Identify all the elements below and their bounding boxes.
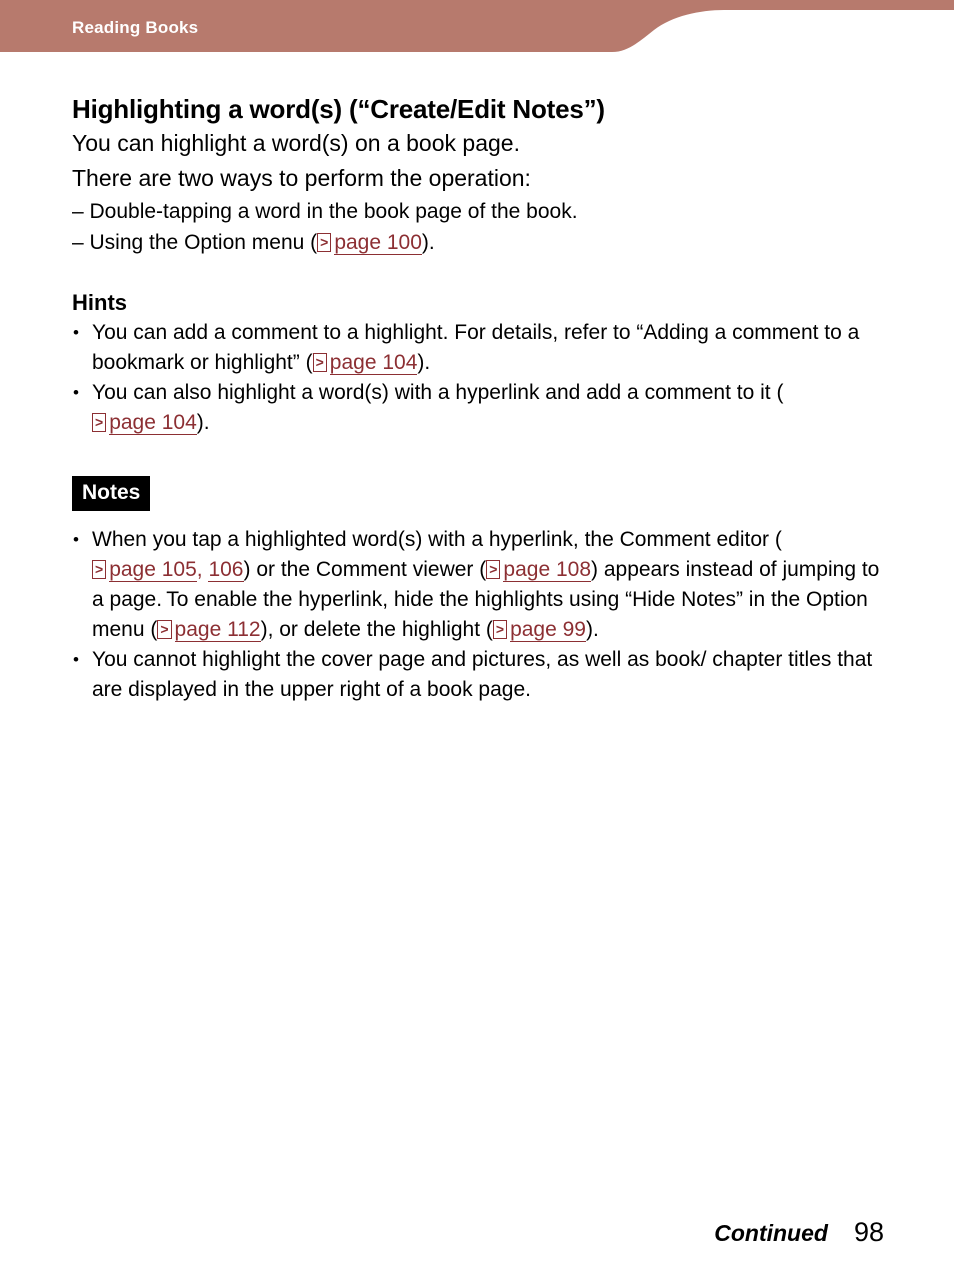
notes-badge-wrapper: Notes xyxy=(72,476,884,511)
notes-item-1-part1: When you tap a highlighted word(s) with … xyxy=(92,528,782,551)
page-ref-link-106[interactable]: 106 xyxy=(208,558,244,582)
page-content: Highlighting a word(s) (“Create/Edit Not… xyxy=(72,92,884,705)
notes-badge: Notes xyxy=(72,476,151,511)
header-title: Reading Books xyxy=(72,18,199,37)
dash-item-2: – Using the Option menu (> page 100). xyxy=(72,227,884,258)
page-ref-arrow-icon: > xyxy=(157,620,172,639)
page-ref-label: page 105 xyxy=(109,558,197,582)
page-ref-link-104a[interactable]: > page 104 xyxy=(312,351,418,375)
hints-list-item: You can add a comment to a highlight. Fo… xyxy=(72,318,884,378)
page-ref-label: page 112 xyxy=(174,618,261,642)
lead-line-1: You can highlight a word(s) on a book pa… xyxy=(72,130,520,156)
notes-list-item: When you tap a highlighted word(s) with … xyxy=(72,525,884,645)
dash-item-1: – Double-tapping a word in the book page… xyxy=(72,200,578,223)
hints-list-item: You can also highlight a word(s) with a … xyxy=(72,378,884,438)
lead-line-2: There are two ways to perform the operat… xyxy=(72,165,531,191)
page-ref-arrow-icon: > xyxy=(492,620,508,639)
page-ref-link-99[interactable]: > page 99 xyxy=(492,618,586,642)
page-ref-label: page 100 xyxy=(334,231,422,255)
page-ref-link-104b[interactable]: > page 104 xyxy=(92,411,197,435)
page-ref-arrow-icon: > xyxy=(486,560,501,579)
page-ref-arrow-icon: > xyxy=(312,353,327,372)
page-title: Highlighting a word(s) (“Create/Edit Not… xyxy=(72,94,605,124)
page-ref-link-105[interactable]: > page 105 xyxy=(92,558,197,582)
page-ref-arrow-icon: > xyxy=(317,233,332,252)
hints-item-1-text: You can add a comment to a highlight. Fo… xyxy=(92,321,860,374)
page-ref-arrow-icon: > xyxy=(92,413,107,432)
hints-item-1-suffix: ). xyxy=(417,351,431,374)
page-ref-arrow-icon: > xyxy=(92,560,107,579)
notes-item-1-part5: ), or delete the highlight ( xyxy=(260,618,493,641)
notes-item-1-part2: , xyxy=(196,558,209,581)
dash-item-2-suffix: ). xyxy=(421,231,435,254)
notes-item-1-part6: ). xyxy=(586,618,599,641)
hints-heading: Hints xyxy=(72,290,127,315)
page-ref-link-112[interactable]: > page 112 xyxy=(157,618,261,642)
continued-label: Continued xyxy=(714,1220,828,1246)
page-number: 98 xyxy=(853,1217,884,1247)
page-ref-label: 106 xyxy=(208,558,244,582)
page-header-band: Reading Books xyxy=(0,0,954,56)
page-ref-link-100[interactable]: > page 100 xyxy=(317,231,422,255)
page-ref-label: page 99 xyxy=(510,618,586,642)
hints-item-2-text: You can also highlight a word(s) with a … xyxy=(92,381,784,404)
page-ref-label: page 104 xyxy=(329,351,418,375)
page-ref-label: page 108 xyxy=(503,558,592,582)
notes-item-1-part3: ) or the Comment viewer ( xyxy=(243,558,487,581)
dash-item-2-prefix: – Using the Option menu ( xyxy=(72,231,318,254)
page-footer: Continued 98 xyxy=(714,1217,884,1248)
page-ref-label: page 104 xyxy=(109,411,197,435)
hints-item-2-suffix: ). xyxy=(196,411,210,434)
page-ref-link-108[interactable]: > page 108 xyxy=(486,558,592,582)
notes-list-item: You cannot highlight the cover page and … xyxy=(72,645,884,705)
hints-list: You can add a comment to a highlight. Fo… xyxy=(72,318,884,438)
notes-list: When you tap a highlighted word(s) with … xyxy=(72,525,884,705)
